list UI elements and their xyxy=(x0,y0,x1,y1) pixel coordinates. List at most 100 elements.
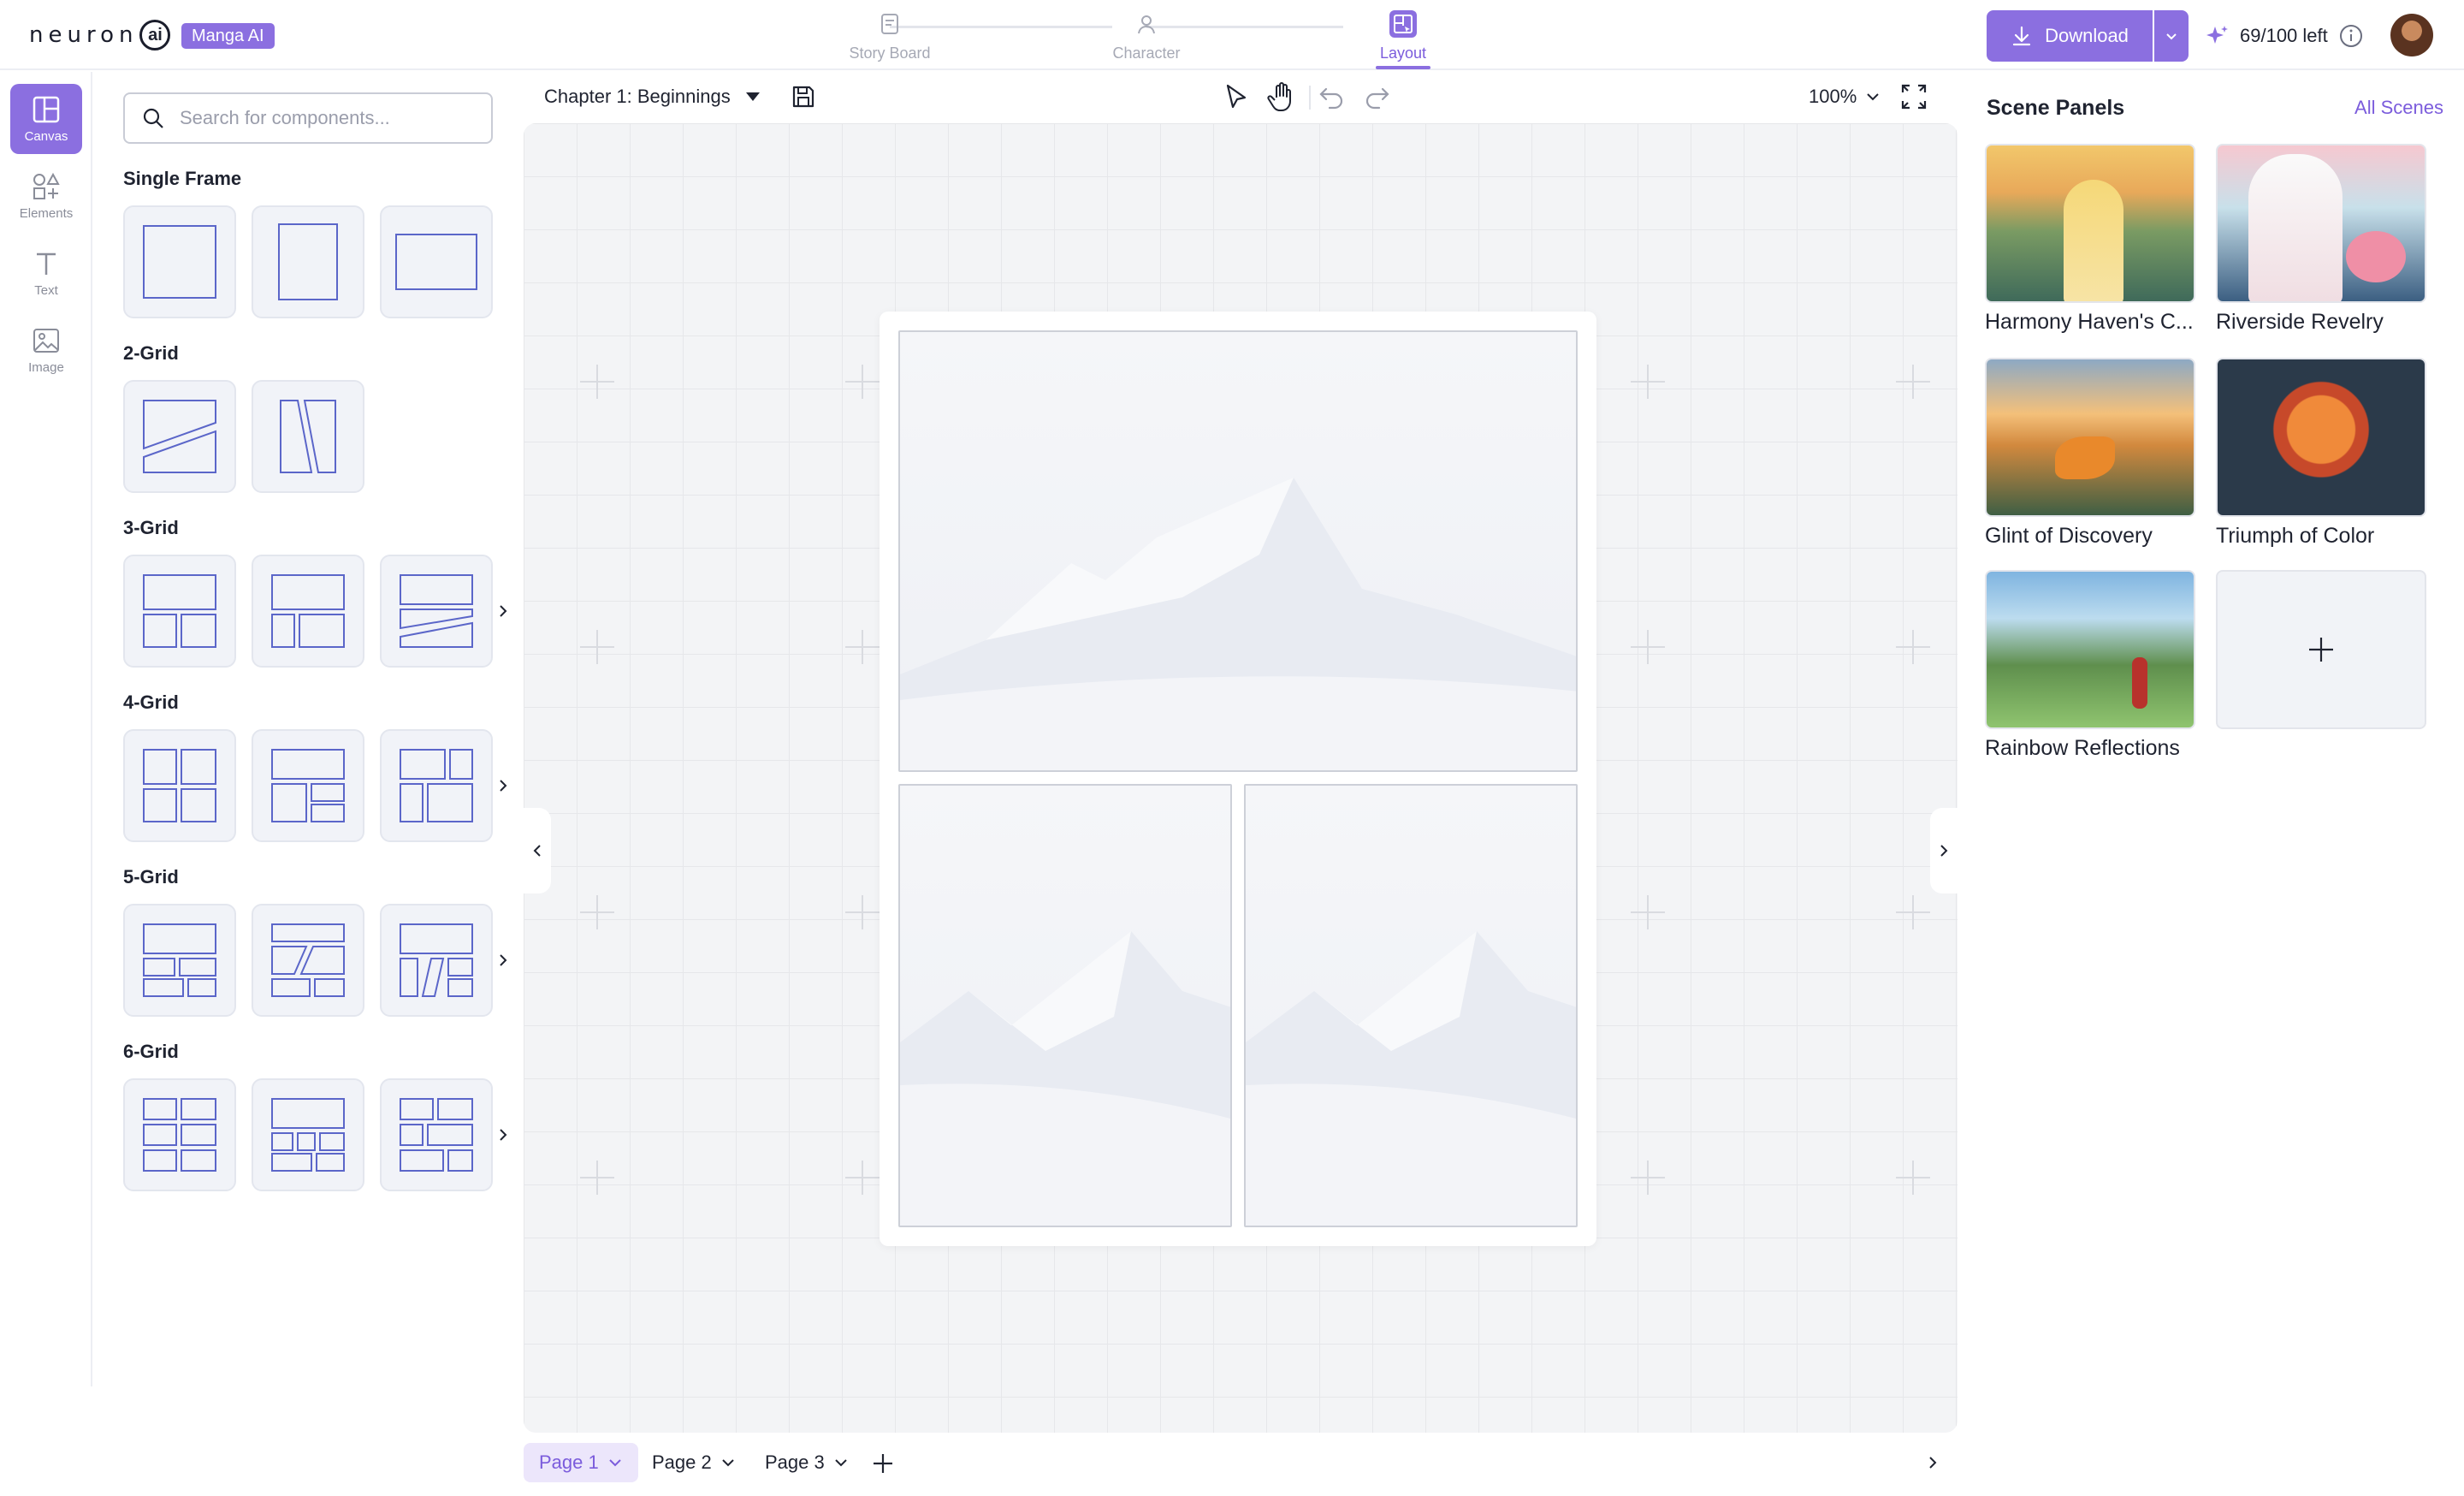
panel-frame[interactable] xyxy=(898,330,1578,772)
chevron-right-icon[interactable] xyxy=(495,777,512,794)
rail-elements[interactable]: Elements xyxy=(10,161,82,231)
add-scene-button[interactable] xyxy=(2216,570,2426,729)
rail-label: Image xyxy=(28,359,64,375)
rail-text[interactable]: Text xyxy=(10,238,82,308)
rail-canvas[interactable]: Canvas xyxy=(10,84,82,154)
canvas-area[interactable] xyxy=(524,123,1958,1433)
canvas-toolbar: Chapter 1: Beginnings 100% xyxy=(524,72,1958,123)
chevron-down-icon xyxy=(722,1459,734,1467)
page-tab-1[interactable]: Page 1 xyxy=(524,1443,638,1482)
chevron-right-icon xyxy=(1940,845,1948,857)
page-tab-3[interactable]: Page 3 xyxy=(749,1443,864,1482)
fullscreen-icon[interactable] xyxy=(1899,82,1928,111)
rail-label: Text xyxy=(34,282,58,298)
scene-thumbnail xyxy=(1985,570,2195,729)
step-character[interactable]: Character xyxy=(1078,7,1215,62)
chevron-right-icon[interactable] xyxy=(495,1126,512,1143)
download-button[interactable]: Download xyxy=(1987,10,2153,62)
placeholder-mountain-image xyxy=(900,931,1230,1226)
layout-tile[interactable] xyxy=(380,904,493,1017)
layout-tile[interactable] xyxy=(380,729,493,842)
layout-tile[interactable] xyxy=(123,205,236,318)
scene-card[interactable]: Glint of Discovery xyxy=(1985,358,2195,549)
scene-thumbnail xyxy=(1985,358,2195,517)
user-avatar[interactable] xyxy=(2390,14,2433,56)
page-tab-2[interactable]: Page 2 xyxy=(637,1443,751,1482)
layout-tile[interactable] xyxy=(252,555,364,668)
canvas-icon xyxy=(33,96,60,122)
download-label: Download xyxy=(2045,25,2129,46)
placeholder-mountain-image xyxy=(1246,931,1576,1226)
download-options-button[interactable] xyxy=(2154,10,2189,62)
layout-tile[interactable] xyxy=(123,1078,236,1191)
scene-card[interactable]: Triumph of Color xyxy=(2216,358,2426,549)
logo-text: neuron xyxy=(29,22,139,48)
chevron-right-icon[interactable] xyxy=(495,952,512,969)
info-icon[interactable] xyxy=(2338,23,2364,49)
page-tab-label: Page 2 xyxy=(652,1451,712,1473)
hand-pan-icon[interactable] xyxy=(1266,80,1297,113)
chapter-selector[interactable]: Chapter 1: Beginnings xyxy=(544,84,816,110)
logo-ai-mark: ai xyxy=(139,20,171,50)
scene-title: Riverside Revelry xyxy=(2216,310,2384,334)
download-icon xyxy=(2012,26,2031,46)
step-label: Layout xyxy=(1379,45,1427,62)
chevron-down-icon xyxy=(835,1459,847,1467)
grid-marker xyxy=(580,365,614,399)
panel-frame[interactable] xyxy=(898,784,1232,1227)
scene-thumbnail xyxy=(2216,144,2426,303)
scene-panels: Scene Panels All Scenes Harmony Haven's … xyxy=(1959,72,2464,1441)
grid-marker xyxy=(1896,365,1930,399)
search-input[interactable] xyxy=(180,107,471,129)
layout-tile[interactable] xyxy=(252,205,364,318)
component-search[interactable] xyxy=(123,92,493,144)
plus-icon xyxy=(2309,638,2333,662)
layout-tile[interactable] xyxy=(252,904,364,1017)
scene-card[interactable]: Harmony Haven's C... xyxy=(1985,144,2195,335)
page-tab-label: Page 3 xyxy=(765,1451,825,1473)
manga-page[interactable] xyxy=(880,312,1596,1246)
select-pointer-icon[interactable] xyxy=(1222,82,1251,113)
logo[interactable]: neuron ai xyxy=(29,19,171,51)
scene-card[interactable]: Riverside Revelry xyxy=(2216,144,2426,335)
redo-icon[interactable] xyxy=(1362,84,1391,111)
layout-tile[interactable] xyxy=(380,1078,493,1191)
collapse-right-panel-button[interactable] xyxy=(1930,808,1958,893)
layout-tile[interactable] xyxy=(252,729,364,842)
layout-tile[interactable] xyxy=(380,205,493,318)
grid-marker xyxy=(845,365,880,399)
layout-tile[interactable] xyxy=(123,555,236,668)
step-layout[interactable]: Layout xyxy=(1335,7,1472,69)
storyboard-icon xyxy=(876,10,903,38)
scene-title: Glint of Discovery xyxy=(1985,524,2153,548)
layout-tile[interactable] xyxy=(123,729,236,842)
section-title-6-grid: 6-Grid xyxy=(123,1041,179,1062)
layout-tile[interactable] xyxy=(380,555,493,668)
layout-tile[interactable] xyxy=(123,904,236,1017)
chevron-left-icon xyxy=(533,845,541,857)
add-page-icon[interactable] xyxy=(871,1451,895,1475)
collapse-left-panel-button[interactable] xyxy=(524,808,551,893)
product-badge: Manga AI xyxy=(181,23,275,49)
tool-rail: Canvas Elements Text Image xyxy=(0,72,92,1386)
workflow-steps: Story Board Character Layout xyxy=(813,7,1430,69)
chevron-right-icon[interactable] xyxy=(1927,1455,1939,1470)
layout-tile[interactable] xyxy=(123,380,236,493)
page-tab-label: Page 1 xyxy=(539,1451,599,1473)
grid-marker xyxy=(1896,1161,1930,1195)
save-icon[interactable] xyxy=(791,84,816,110)
all-scenes-link[interactable]: All Scenes xyxy=(2354,97,2443,119)
layout-tile[interactable] xyxy=(252,1078,364,1191)
panel-frame[interactable] xyxy=(1244,784,1578,1227)
zoom-selector[interactable]: 100% xyxy=(1809,86,1881,108)
rail-image[interactable]: Image xyxy=(10,315,82,385)
step-story-board[interactable]: Story Board xyxy=(821,7,958,62)
layout-tile[interactable] xyxy=(252,380,364,493)
scene-card[interactable]: Rainbow Reflections xyxy=(1985,570,2195,761)
scene-title: Harmony Haven's C... xyxy=(1985,310,2194,334)
chevron-right-icon[interactable] xyxy=(495,603,512,620)
layout-icon xyxy=(1389,10,1417,38)
scene-panels-title: Scene Panels xyxy=(1987,96,2125,120)
scene-title: Triumph of Color xyxy=(2216,524,2375,548)
undo-icon[interactable] xyxy=(1318,84,1347,111)
